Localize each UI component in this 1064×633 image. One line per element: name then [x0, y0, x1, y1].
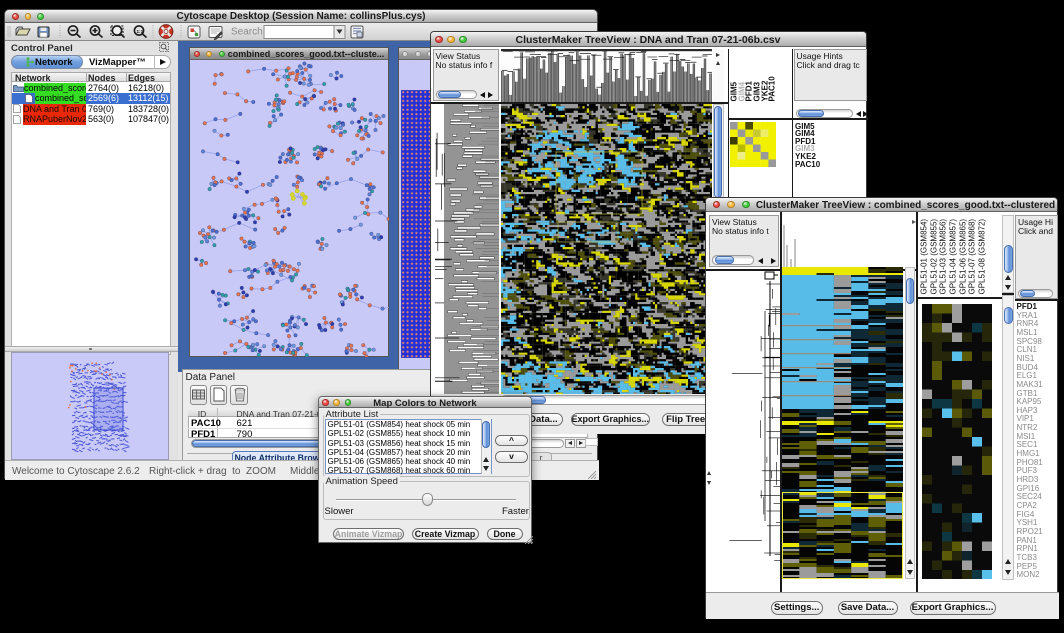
svg-text:Search:: Search: [231, 27, 265, 38]
svg-text:1:1: 1:1 [137, 29, 144, 34]
